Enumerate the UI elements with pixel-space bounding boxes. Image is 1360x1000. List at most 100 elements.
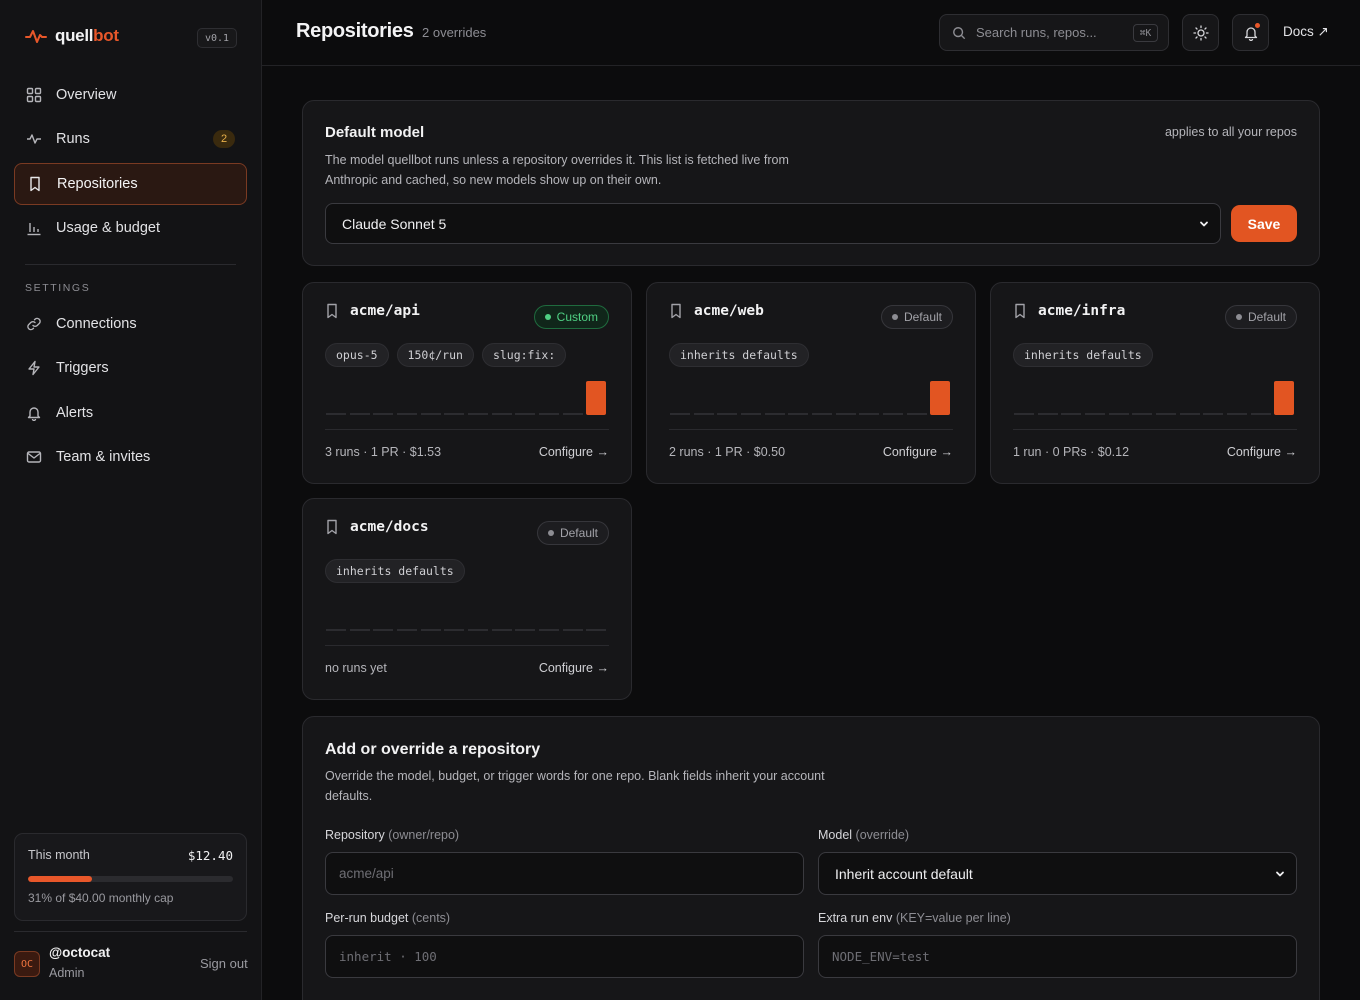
sidebar-item-overview[interactable]: Overview — [14, 74, 247, 116]
configure-link[interactable]: Configure → — [539, 445, 609, 459]
status-dot — [547, 530, 554, 536]
activity-tick — [1132, 413, 1152, 415]
activity-tick — [1109, 413, 1129, 415]
repo-card[interactable]: acme/docs Default inherits defaults no runs… — [302, 498, 632, 700]
grid-icon — [26, 87, 42, 103]
sidebar-item-runs[interactable]: Runs 2 — [14, 118, 247, 160]
monthly-budget-card: This month $12.40 31% of $40.00 monthly … — [14, 833, 247, 921]
top-header: Repositories 2 overrides Search runs, re… — [262, 0, 1360, 66]
sidebar-item-label: Runs — [56, 131, 90, 147]
notifications-button[interactable] — [1232, 14, 1269, 51]
bookmark-icon — [327, 303, 337, 319]
activity-tick — [1061, 413, 1081, 415]
repo-stats: 3 runs · 1 PR · $1.53 — [325, 445, 442, 459]
budget-progress-fill — [28, 876, 92, 882]
status-label: Default — [559, 526, 598, 540]
repo-header: acme/web — [669, 303, 764, 319]
default-model-select[interactable]: Claude Sonnet 5 — [325, 203, 1221, 244]
brand[interactable]: quellbot — [25, 26, 119, 46]
sun-icon — [1192, 24, 1209, 41]
sidebar-item-usage-budget[interactable]: Usage & budget — [14, 207, 247, 249]
default-model-card: Default model applies to all your repos … — [302, 100, 1320, 266]
status-badge: Custom — [533, 305, 609, 329]
default-model-value: Claude Sonnet 5 — [342, 215, 447, 232]
activity-tick — [563, 413, 583, 415]
card-divider — [325, 645, 609, 646]
repo-tag: inherits defaults — [669, 343, 809, 367]
repo-tags: inherits defaults — [325, 559, 465, 583]
sidebar: quellbot v0.1 Overview Runs 2 Repositori… — [0, 0, 262, 1000]
sidebar-item-label: Triggers — [56, 360, 109, 376]
repo-tag: 150¢/run — [396, 343, 474, 367]
activity-tick — [373, 413, 393, 415]
extra-run-env-input[interactable]: NODE_ENV=test — [818, 935, 1297, 978]
status-label: Custom — [556, 310, 598, 324]
sidebar-item-connections[interactable]: Connections — [14, 303, 247, 345]
activity-tick — [1014, 413, 1034, 415]
model-override-select[interactable]: Inherit account default — [818, 852, 1297, 895]
sidebar-item-team-invites[interactable]: Team & invites — [14, 436, 247, 478]
bell-icon — [27, 407, 41, 421]
repo-header: acme/infra — [1013, 303, 1125, 319]
repository-field-label: Repository (owner/repo) — [325, 828, 460, 842]
card-divider — [1013, 429, 1297, 430]
mail-icon — [26, 451, 42, 463]
activity-tick — [812, 413, 832, 415]
activity-tick — [1251, 413, 1271, 415]
activity-tick — [421, 413, 441, 415]
configure-link[interactable]: Configure → — [883, 445, 953, 459]
bookmark-icon — [671, 303, 681, 319]
pulse-logo-icon — [25, 30, 47, 43]
per-run-budget-input[interactable]: inherit · 100 — [325, 935, 804, 978]
repo-card[interactable]: acme/infra Default inherits defaults 1 run … — [990, 282, 1320, 484]
repo-card[interactable]: acme/web Default inherits defaults 2 runs ·… — [646, 282, 976, 484]
docs-link[interactable]: Docs ↗ — [1283, 24, 1329, 40]
repo-header: acme/docs — [325, 519, 429, 535]
add-override-description: Override the model, budget, or trigger w… — [325, 769, 825, 803]
theme-toggle-button[interactable] — [1182, 14, 1219, 51]
activity-bar — [586, 381, 606, 415]
activity-tick — [765, 413, 785, 415]
model-field-label: Model (override) — [818, 828, 910, 842]
activity-tick — [350, 629, 370, 631]
budget-amount: $12.40 — [187, 848, 233, 863]
add-override-card: Add or override a repository Override th… — [302, 716, 1320, 1000]
activity-tick — [907, 413, 927, 415]
activity-tick — [717, 413, 737, 415]
search-input[interactable]: Search runs, repos... ⌘K — [939, 14, 1169, 51]
repo-stats: no runs yet — [325, 661, 387, 675]
save-button[interactable]: Save — [1231, 205, 1297, 242]
user-role: Admin — [49, 966, 85, 980]
configure-link[interactable]: Configure → — [1227, 445, 1297, 459]
search-icon — [953, 26, 966, 39]
activity-tick — [1038, 413, 1058, 415]
status-dot — [1235, 314, 1242, 320]
activity-tick — [1156, 413, 1176, 415]
repository-input[interactable]: acme/api — [325, 852, 804, 895]
user-divider — [14, 931, 247, 932]
repo-card[interactable]: acme/api Custom opus-5 150¢/run slug:fix: 3 r… — [302, 282, 632, 484]
activity-tick — [563, 629, 583, 631]
sidebar-item-label: Alerts — [56, 405, 94, 421]
budget-label: This month — [28, 848, 90, 862]
sidebar-item-repositories[interactable]: Repositories — [14, 163, 247, 205]
env-placeholder: NODE_ENV=test — [832, 949, 930, 964]
sidebar-item-triggers[interactable]: Triggers — [14, 347, 247, 389]
sidebar-item-label: Team & invites — [56, 449, 151, 465]
status-label: Default — [1247, 310, 1286, 324]
link-icon — [27, 317, 41, 331]
status-badge: Default — [1224, 305, 1297, 329]
repo-tag: opus-5 — [325, 343, 389, 367]
sidebar-item-label: Overview — [56, 87, 117, 103]
configure-link[interactable]: Configure → — [539, 661, 609, 675]
repo-tag: inherits defaults — [325, 559, 465, 583]
activity-tick — [444, 629, 464, 631]
activity-tick — [836, 413, 856, 415]
activity-tick — [515, 629, 535, 631]
repo-tags: opus-5 150¢/run slug:fix: — [325, 343, 567, 367]
bookmark-icon — [327, 519, 337, 535]
sign-out-link[interactable]: Sign out — [200, 956, 248, 971]
sidebar-item-alerts[interactable]: Alerts — [14, 392, 247, 434]
repo-tags: inherits defaults — [669, 343, 809, 367]
repo-header: acme/api — [325, 303, 420, 319]
